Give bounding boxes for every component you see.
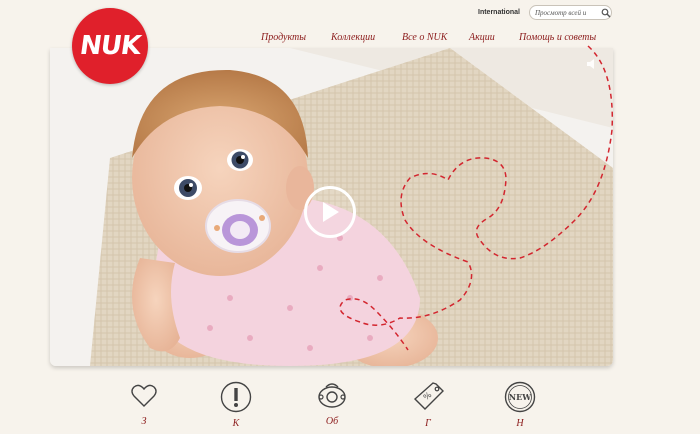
heart-icon — [131, 384, 157, 407]
nav-item-promotions[interactable]: Акции — [469, 32, 495, 43]
search-box[interactable] — [529, 5, 612, 20]
feature-item[interactable]: NEW Н — [480, 380, 560, 429]
nav-item-help[interactable]: Помощь и советы — [519, 32, 596, 43]
feature-label: К — [232, 418, 240, 429]
exclamation-icon — [220, 381, 252, 413]
svg-text:NEW: NEW — [509, 392, 532, 402]
feature-label: Об — [325, 416, 339, 427]
feature-label: Г — [425, 418, 431, 429]
feature-item[interactable]: К — [196, 380, 276, 429]
feature-item[interactable]: З — [104, 380, 184, 427]
international-link[interactable]: International — [478, 9, 520, 16]
play-button[interactable] — [304, 186, 356, 238]
nuk-logo[interactable]: NUK — [72, 8, 148, 84]
nav-item-about[interactable]: Все о NUK — [402, 32, 447, 43]
new-badge-icon: NEW — [504, 381, 536, 413]
price-tag-icon: % — [413, 382, 444, 410]
search-icon[interactable] — [601, 8, 611, 18]
pacifier-icon — [318, 383, 346, 408]
feature-label: З — [141, 416, 147, 427]
speaker-muted-icon[interactable] — [585, 57, 599, 71]
logo-text: NUK — [77, 31, 143, 61]
feature-label: Н — [516, 418, 524, 429]
nav-item-products[interactable]: Продукты — [261, 32, 306, 43]
nav-item-collections[interactable]: Коллекции — [331, 32, 375, 43]
play-icon — [323, 202, 339, 222]
search-input[interactable] — [530, 8, 601, 17]
feature-item[interactable]: % Г — [388, 380, 468, 429]
feature-item[interactable]: Об — [292, 380, 372, 427]
feature-links: З К Об % Г NEW Н — [0, 380, 700, 434]
